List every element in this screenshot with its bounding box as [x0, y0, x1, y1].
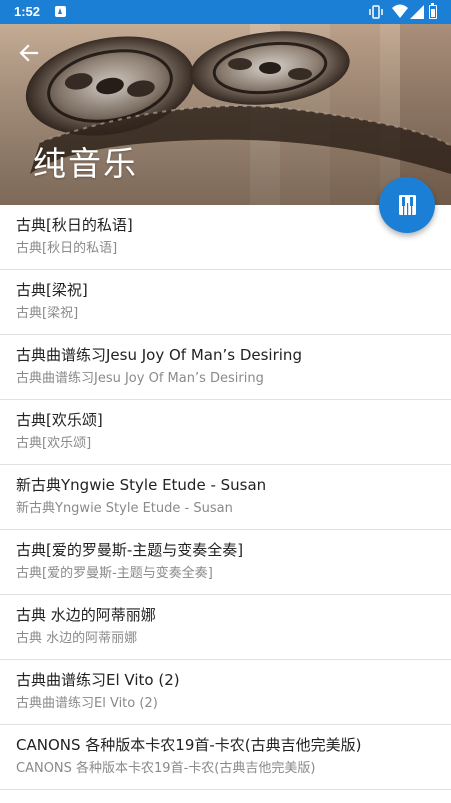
song-list: 古典[秋日的私语] 古典[秋日的私语] 古典[梁祝] 古典[梁祝] 古典曲谱练习… [0, 205, 451, 790]
list-item[interactable]: 古典[欢乐颂] 古典[欢乐颂] [0, 400, 451, 465]
song-subtitle: 古典[秋日的私语] [16, 241, 118, 256]
list-item[interactable]: 古典[爱的罗曼斯-主题与变奏全奏] 古典[爱的罗曼斯-主题与变奏全奏] [0, 530, 451, 595]
song-title: 古典[欢乐颂] [16, 411, 103, 429]
list-item[interactable]: 新古典Yngwie Style Etude - Susan 新古典Yngwie … [0, 465, 451, 530]
song-title: 古典[梁祝] [16, 281, 88, 299]
status-time: 1:52 [14, 4, 41, 19]
wifi-icon [392, 4, 408, 18]
piano-icon [399, 195, 416, 215]
song-title: 古典[秋日的私语] [16, 216, 133, 234]
list-item[interactable]: CANONS 各种版本卡农19首-卡农(古典吉他完美版) CANONS 各种版本… [0, 725, 451, 790]
status-bar: 1:52 [0, 0, 451, 24]
list-item[interactable]: 古典[梁祝] 古典[梁祝] [0, 270, 451, 335]
song-subtitle: 古典[爱的罗曼斯-主题与变奏全奏] [16, 566, 213, 581]
notification-icon [55, 6, 66, 17]
song-title: 古典曲谱练习Jesu Joy Of Man’s Desiring [16, 346, 302, 364]
piano-fab-button[interactable] [379, 177, 435, 233]
song-subtitle: 古典 水边的阿蒂丽娜 [16, 631, 138, 646]
song-title: 古典曲谱练习El Vito (2) [16, 671, 180, 689]
song-title: 古典[爱的罗曼斯-主题与变奏全奏] [16, 541, 244, 559]
song-subtitle: 新古典Yngwie Style Etude - Susan [16, 501, 233, 516]
song-subtitle: 古典曲谱练习Jesu Joy Of Man’s Desiring [16, 371, 264, 386]
song-subtitle: 古典[梁祝] [16, 306, 79, 321]
page-title: 纯音乐 [33, 144, 138, 183]
vibrate-icon [369, 5, 383, 19]
song-subtitle: CANONS 各种版本卡农19首-卡农(古典吉他完美版) [16, 761, 316, 776]
list-item[interactable]: 古典曲谱练习Jesu Joy Of Man’s Desiring 古典曲谱练习J… [0, 335, 451, 400]
song-title: 新古典Yngwie Style Etude - Susan [16, 476, 267, 494]
list-item[interactable]: 古典 水边的阿蒂丽娜 古典 水边的阿蒂丽娜 [0, 595, 451, 660]
song-subtitle: 古典曲谱练习El Vito (2) [16, 696, 158, 711]
battery-icon [429, 3, 437, 19]
back-button[interactable] [16, 40, 42, 66]
song-title: 古典 水边的阿蒂丽娜 [16, 606, 156, 624]
list-item[interactable]: 古典曲谱练习El Vito (2) 古典曲谱练习El Vito (2) [0, 660, 451, 725]
signal-icon [410, 5, 424, 19]
song-subtitle: 古典[欢乐颂] [16, 436, 92, 451]
song-title: CANONS 各种版本卡农19首-卡农(古典吉他完美版) [16, 736, 362, 754]
header-banner: 纯音乐 [0, 24, 451, 205]
